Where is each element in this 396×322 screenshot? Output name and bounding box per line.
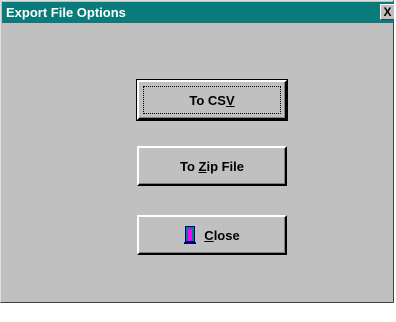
export-file-options-dialog: Export File Options X To CSV To Zip File… xyxy=(0,0,394,303)
to-csv-button[interactable]: To CSV xyxy=(136,79,288,121)
door-exit-icon xyxy=(184,226,197,244)
to-zip-file-label: To Zip File xyxy=(179,158,245,174)
close-window-button[interactable]: X xyxy=(380,4,394,20)
title-bar[interactable]: Export File Options X xyxy=(2,2,394,23)
to-zip-file-button[interactable]: To Zip File xyxy=(137,146,287,186)
close-label: Close xyxy=(204,227,240,243)
to-csv-label: To CSV xyxy=(189,92,235,108)
close-button[interactable]: Close xyxy=(137,215,287,255)
window-title: Export File Options xyxy=(6,5,126,20)
